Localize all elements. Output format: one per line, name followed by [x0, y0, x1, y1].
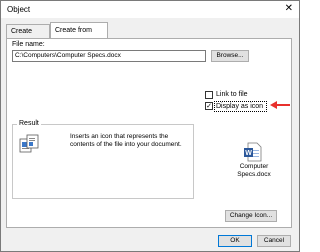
title-bar: Object ✕	[1, 1, 299, 18]
tab-create-new[interactable]: Create New	[6, 24, 50, 48]
icon-caption-line1: Computer	[239, 163, 269, 170]
result-description: Inserts an icon that represents the cont…	[70, 133, 182, 148]
icon-caption: Computer Specs.docx	[231, 163, 277, 179]
tab-create-from-file[interactable]: Create from File	[50, 22, 108, 49]
tab-panel-create-from-file: File name: C:\Computers\Computer Specs.d…	[6, 38, 292, 228]
link-to-file-checkbox[interactable]	[205, 91, 213, 99]
link-to-file-label: Link to file	[216, 91, 248, 98]
display-as-icon-focus: Display as icon	[214, 101, 267, 112]
close-icon[interactable]: ✕	[285, 3, 293, 15]
result-legend: Result	[17, 120, 41, 127]
result-icon	[19, 134, 39, 153]
change-icon-button[interactable]: Change Icon...	[225, 210, 277, 222]
annotation-arrow-icon	[270, 101, 290, 109]
icon-caption-line2: Specs.docx	[237, 171, 271, 178]
object-dialog: Object ✕ Create New Create from File Fil…	[0, 0, 300, 252]
dialog-title: Object	[7, 5, 31, 14]
file-name-label: File name:	[12, 41, 45, 48]
result-group: Result Inserts an icon that represents t…	[12, 120, 194, 199]
ok-button[interactable]: OK	[218, 235, 252, 247]
cancel-button[interactable]: Cancel	[257, 235, 291, 247]
word-document-icon: W	[244, 142, 262, 162]
browse-button[interactable]: Browse...	[211, 50, 249, 62]
display-as-icon-label: Display as icon	[216, 103, 264, 110]
svg-text:W: W	[245, 150, 252, 157]
display-as-icon-checkbox[interactable]: ✓	[205, 102, 213, 110]
file-name-field[interactable]: C:\Computers\Computer Specs.docx	[12, 50, 206, 62]
